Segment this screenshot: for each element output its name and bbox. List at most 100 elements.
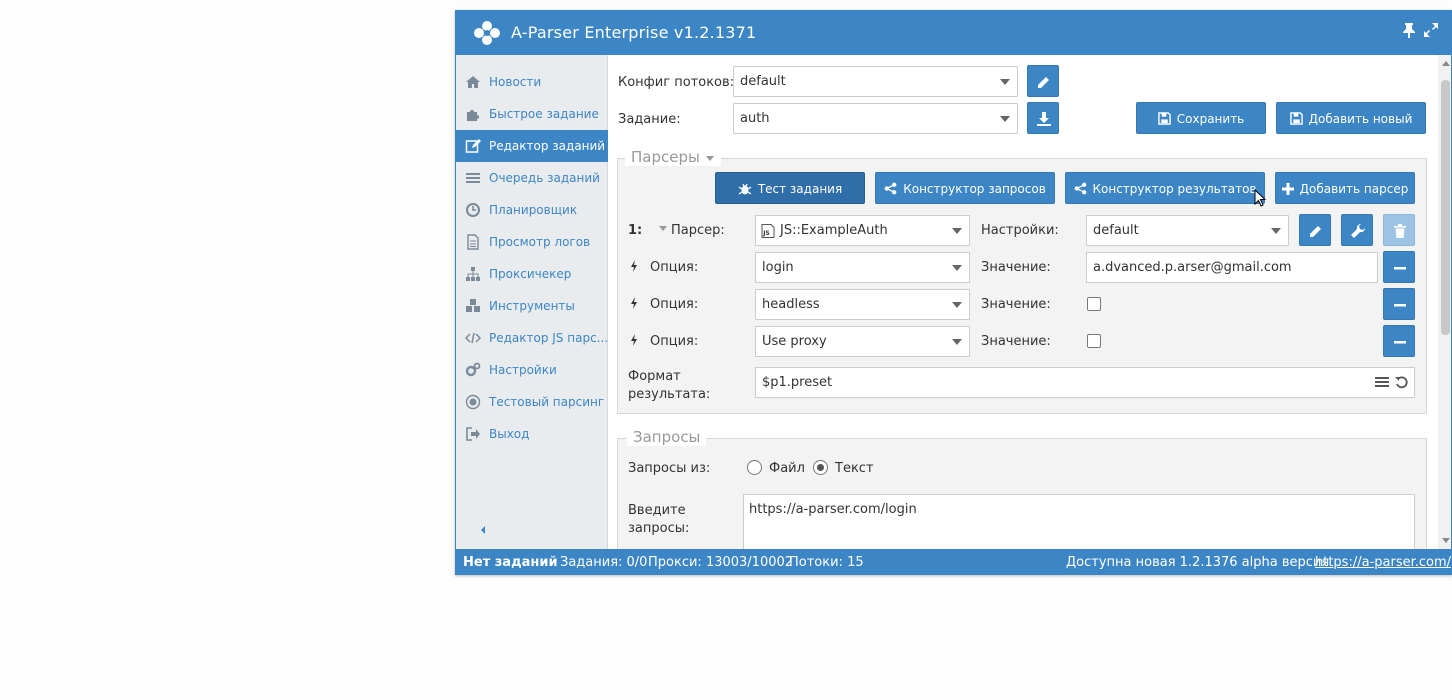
result-format-value: $p1.preset [762, 375, 833, 390]
test-task-label: Тест задания [757, 181, 843, 196]
remove-option-button[interactable] [1383, 288, 1415, 320]
option-select-login[interactable]: login [755, 252, 970, 283]
minus-icon [1394, 304, 1406, 307]
sidebar-item-label: Тестовый парсинг [489, 395, 605, 409]
parser-select[interactable]: JS JS::ExampleAuth [755, 215, 970, 246]
sidebar-item-task-queue[interactable]: Очередь заданий [456, 162, 608, 194]
sidebar-item-tools[interactable]: Инструменты [456, 290, 608, 322]
sidebar-item-scheduler[interactable]: Планировщик [456, 194, 608, 226]
queries-from-file-radio[interactable] [747, 460, 762, 475]
parser-value: JS::ExampleAuth [780, 223, 888, 238]
pin-icon[interactable] [1400, 22, 1418, 42]
cubes-icon [466, 299, 480, 312]
status-no-tasks: Нет заданий [463, 555, 558, 570]
add-new-button[interactable]: Добавить новый [1276, 102, 1426, 134]
threads-config-select[interactable]: default [733, 66, 1018, 97]
edit-threads-button[interactable] [1027, 65, 1059, 97]
download-task-button[interactable] [1027, 102, 1059, 134]
sidebar-item-label: Инструменты [489, 299, 575, 313]
caret-down-icon [705, 156, 714, 161]
caret-down-icon[interactable] [658, 225, 668, 233]
sign-out-icon [466, 427, 480, 441]
status-tasks: Задания: 0/0 [560, 555, 648, 570]
settings-value: default [1093, 223, 1139, 238]
query-builder-button[interactable]: Конструктор запросов [875, 172, 1055, 204]
enter-queries-label-line2: запросы: [628, 521, 690, 536]
save-button[interactable]: Сохранить [1136, 102, 1266, 134]
list-icon[interactable] [1375, 376, 1389, 388]
settings-label: Настройки: [981, 223, 1059, 238]
queries-from-text-radio[interactable] [813, 460, 828, 475]
option-label: Опция: [650, 334, 699, 349]
add-parser-label: Добавить парсер [1299, 181, 1409, 196]
svg-text:JS: JS [762, 230, 770, 237]
remove-option-button[interactable] [1383, 251, 1415, 283]
sidebar-item-label: Выход [489, 427, 530, 441]
parsers-legend[interactable]: Парсеры [625, 148, 721, 166]
sidebar-item-label: Новости [489, 75, 542, 89]
option-select-headless[interactable]: headless [755, 289, 970, 320]
puzzle-icon [467, 110, 479, 121]
result-format-input[interactable]: $p1.preset [755, 367, 1415, 398]
chevron-down-icon [952, 339, 962, 345]
gears-icon [465, 362, 481, 377]
sidebar-item-label: Настройки [489, 363, 557, 377]
scrollbar-thumb[interactable] [1441, 80, 1450, 335]
queries-from-text-label: Текст [835, 461, 874, 476]
floppy-icon [1157, 112, 1171, 125]
headless-checkbox[interactable] [1087, 297, 1101, 311]
minus-icon [1394, 341, 1406, 344]
task-select[interactable]: auth [733, 103, 1018, 134]
enter-queries-label-line1: Введите [628, 503, 686, 518]
window-title: A-Parser Enterprise v1.2.1371 [511, 23, 757, 42]
delete-parser-button[interactable] [1383, 214, 1415, 246]
sidebar-item-label: Редактор заданий [489, 139, 606, 153]
sidebar-item-label: Проксичекер [489, 267, 572, 281]
queries-textarea[interactable]: https://a-parser.com/login [743, 494, 1415, 549]
sidebar-item-exit[interactable]: Выход [456, 418, 608, 450]
status-threads: Потоки: 15 [789, 555, 864, 570]
a-parser-link[interactable]: https://a-parser.com/ [1315, 555, 1451, 570]
sidebar-item-label: Быстрое задание [489, 107, 599, 121]
main-scrollbar[interactable] [1438, 55, 1451, 549]
sidebar-item-task-editor[interactable]: Редактор заданий [456, 130, 608, 162]
collapse-sidebar-icon[interactable] [476, 523, 490, 537]
option-label: Опция: [650, 260, 699, 275]
sidebar-item-label: Редактор JS парс... [489, 331, 608, 345]
save-button-label: Сохранить [1176, 111, 1245, 126]
edit-icon [465, 139, 481, 153]
scroll-up-icon[interactable] [1442, 61, 1450, 66]
use-proxy-checkbox[interactable] [1087, 334, 1101, 348]
configure-parser-button[interactable] [1341, 214, 1373, 246]
chevron-down-icon [952, 302, 962, 308]
sidebar-item-js-editor[interactable]: Редактор JS парс... [456, 322, 608, 354]
option-select-use-proxy[interactable]: Use proxy [755, 326, 970, 357]
sidebar: Новости Быстрое задание Редактор заданий… [456, 55, 608, 549]
minus-icon [1394, 267, 1406, 270]
settings-select[interactable]: default [1086, 215, 1289, 246]
sitemap-icon [466, 267, 480, 281]
js-file-icon: JS [761, 224, 775, 238]
login-value-input[interactable]: a.dvanced.p.arser@gmail.com [1086, 252, 1378, 283]
sidebar-item-quick-task[interactable]: Быстрое задание [456, 98, 608, 130]
undo-icon[interactable] [1395, 375, 1409, 389]
sidebar-item-proxychecker[interactable]: Проксичекер [456, 258, 608, 290]
test-task-button[interactable]: Тест задания [715, 172, 865, 204]
add-parser-button[interactable]: Добавить парсер [1275, 172, 1415, 204]
sidebar-item-test-parsing[interactable]: Тестовый парсинг [456, 386, 608, 418]
remove-option-button[interactable] [1383, 325, 1415, 357]
result-format-label-line2: результата: [628, 387, 711, 402]
sidebar-item-news[interactable]: Новости [456, 66, 608, 98]
task-value: auth [740, 111, 770, 126]
sidebar-item-settings[interactable]: Настройки [456, 354, 608, 386]
sidebar-item-logs[interactable]: Просмотр логов [456, 226, 608, 258]
share-icon [1074, 182, 1086, 195]
chevron-down-icon [1000, 79, 1010, 85]
mouse-cursor-icon [1254, 189, 1266, 207]
expand-icon[interactable] [1422, 22, 1440, 42]
result-builder-button[interactable]: Конструктор результатов [1065, 172, 1265, 204]
edit-settings-button[interactable] [1299, 214, 1331, 246]
scroll-down-icon[interactable] [1442, 538, 1450, 543]
home-icon [466, 76, 480, 88]
pencil-icon [1038, 77, 1049, 88]
